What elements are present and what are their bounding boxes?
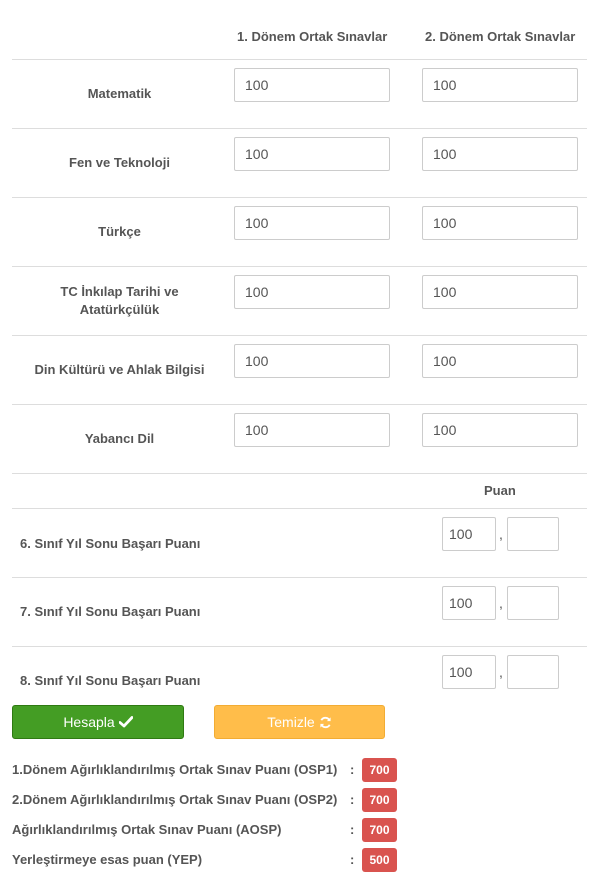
year6-score-int-input[interactable] [442, 517, 496, 551]
divider [12, 335, 587, 336]
divider [12, 577, 587, 578]
year6-score-dec-input[interactable] [507, 517, 559, 551]
clear-button[interactable]: Temizle [214, 705, 385, 739]
fen-term1-input[interactable] [234, 137, 390, 171]
check-icon [118, 716, 133, 728]
din-term1-input[interactable] [234, 344, 390, 378]
result-colon: : [350, 762, 355, 777]
matematik-term1-input[interactable] [234, 68, 390, 102]
subject-label-inkilap-line2: Atatürkçülük [79, 302, 160, 317]
matematik-term2-input[interactable] [422, 68, 578, 102]
din-term2-input[interactable] [422, 344, 578, 378]
subject-label-inkilap: TC İnkılap Tarihi ve Atatürkçülük [12, 283, 227, 319]
subject-label-turkce: Türkçe [98, 224, 141, 239]
result-label-aosp: Ağırlıklandırılmış Ortak Sınav Puanı (AO… [12, 822, 282, 837]
result-colon: : [350, 852, 355, 867]
divider [12, 59, 587, 60]
subject-label-matematik: Matematik [87, 86, 152, 101]
score-header: Puan [484, 483, 516, 498]
result-label-yep: Yerleştirmeye esas puan (YEP) [12, 852, 203, 867]
fen-term2-input[interactable] [422, 137, 578, 171]
inkilap-term1-input[interactable] [234, 275, 390, 309]
year7-score-dec-input[interactable] [507, 586, 559, 620]
turkce-term2-input[interactable] [422, 206, 578, 240]
refresh-icon [320, 716, 331, 728]
subject-label-din: Din Kültürü ve Ahlak Bilgisi [34, 362, 205, 377]
result-colon: : [350, 822, 355, 837]
result-badge-osp1: 700 [362, 758, 397, 782]
subject-label-yabanci-dil: Yabancı Dil [84, 431, 155, 446]
divider [12, 197, 587, 198]
year7-score-int-input[interactable] [442, 586, 496, 620]
year8-score-label: 8. Sınıf Yıl Sonu Başarı Puanı [20, 673, 201, 688]
year6-score-label: 6. Sınıf Yıl Sonu Başarı Puanı [20, 536, 201, 551]
subject-label-fen: Fen ve Teknoloji [69, 155, 170, 170]
divider [12, 646, 587, 647]
turkce-term1-input[interactable] [234, 206, 390, 240]
decimal-separator: , [499, 595, 503, 611]
header-col1: 1. Dönem Ortak Sınavlar [237, 29, 388, 44]
result-colon: : [350, 792, 355, 807]
calculate-button-label: Hesapla [63, 714, 115, 730]
divider [12, 473, 587, 474]
divider [12, 128, 587, 129]
divider [12, 404, 587, 405]
inkilap-term2-input[interactable] [422, 275, 578, 309]
year7-score-label: 7. Sınıf Yıl Sonu Başarı Puanı [20, 604, 201, 619]
decimal-separator: , [499, 664, 503, 680]
divider [12, 508, 587, 509]
result-label-osp2: 2.Dönem Ağırlıklandırılmış Ortak Sınav P… [12, 792, 338, 807]
result-badge-osp2: 700 [362, 788, 397, 812]
yabanci-dil-term2-input[interactable] [422, 413, 578, 447]
result-badge-aosp: 700 [362, 818, 397, 842]
year8-score-dec-input[interactable] [507, 655, 559, 689]
decimal-separator: , [499, 526, 503, 542]
header-col2: 2. Dönem Ortak Sınavlar [425, 29, 576, 44]
divider [12, 266, 587, 267]
result-label-osp1: 1.Dönem Ağırlıklandırılmış Ortak Sınav P… [12, 762, 338, 777]
subject-label-inkilap-line1: TC İnkılap Tarihi ve [60, 284, 179, 299]
calculate-button[interactable]: Hesapla [12, 705, 184, 739]
yabanci-dil-term1-input[interactable] [234, 413, 390, 447]
clear-button-label: Temizle [267, 714, 315, 730]
result-badge-yep: 500 [362, 848, 397, 872]
year8-score-int-input[interactable] [442, 655, 496, 689]
